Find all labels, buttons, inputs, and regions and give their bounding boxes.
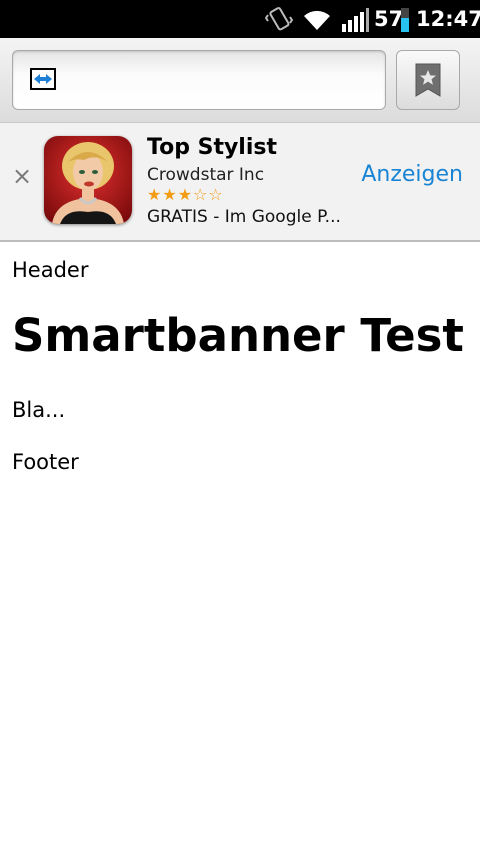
view-button[interactable]: Anzeigen (361, 161, 463, 189)
favicon-icon (30, 68, 56, 90)
bookmark-button[interactable] (396, 50, 460, 110)
app-price: GRATIS - Im Google P... (147, 207, 341, 227)
signal-icon (342, 8, 369, 32)
url-input[interactable] (12, 50, 386, 110)
battery-icon (401, 8, 409, 32)
page-header-text: Header (12, 258, 89, 282)
browser-toolbar (0, 38, 480, 123)
clock: 12:47 (416, 7, 480, 31)
app-icon (44, 136, 132, 224)
page-title: Smartbanner Test (12, 309, 464, 362)
smart-banner: × Top Stylist Crowdstar Inc ★★★☆☆ GRATIS… (0, 123, 480, 242)
bookmark-icon (415, 63, 441, 97)
vibrate-icon (265, 7, 293, 31)
page-body-text: Bla... (12, 398, 66, 422)
close-banner-button[interactable]: × (10, 161, 34, 191)
app-title: Top Stylist (147, 135, 278, 160)
battery-percent: 57 (374, 7, 404, 31)
app-developer: Crowdstar Inc (147, 165, 265, 185)
rating-stars: ★★★☆☆ (147, 185, 224, 204)
page-footer-text: Footer (12, 450, 79, 474)
status-bar: 57 12:47 (0, 0, 480, 38)
wifi-icon (304, 10, 330, 30)
